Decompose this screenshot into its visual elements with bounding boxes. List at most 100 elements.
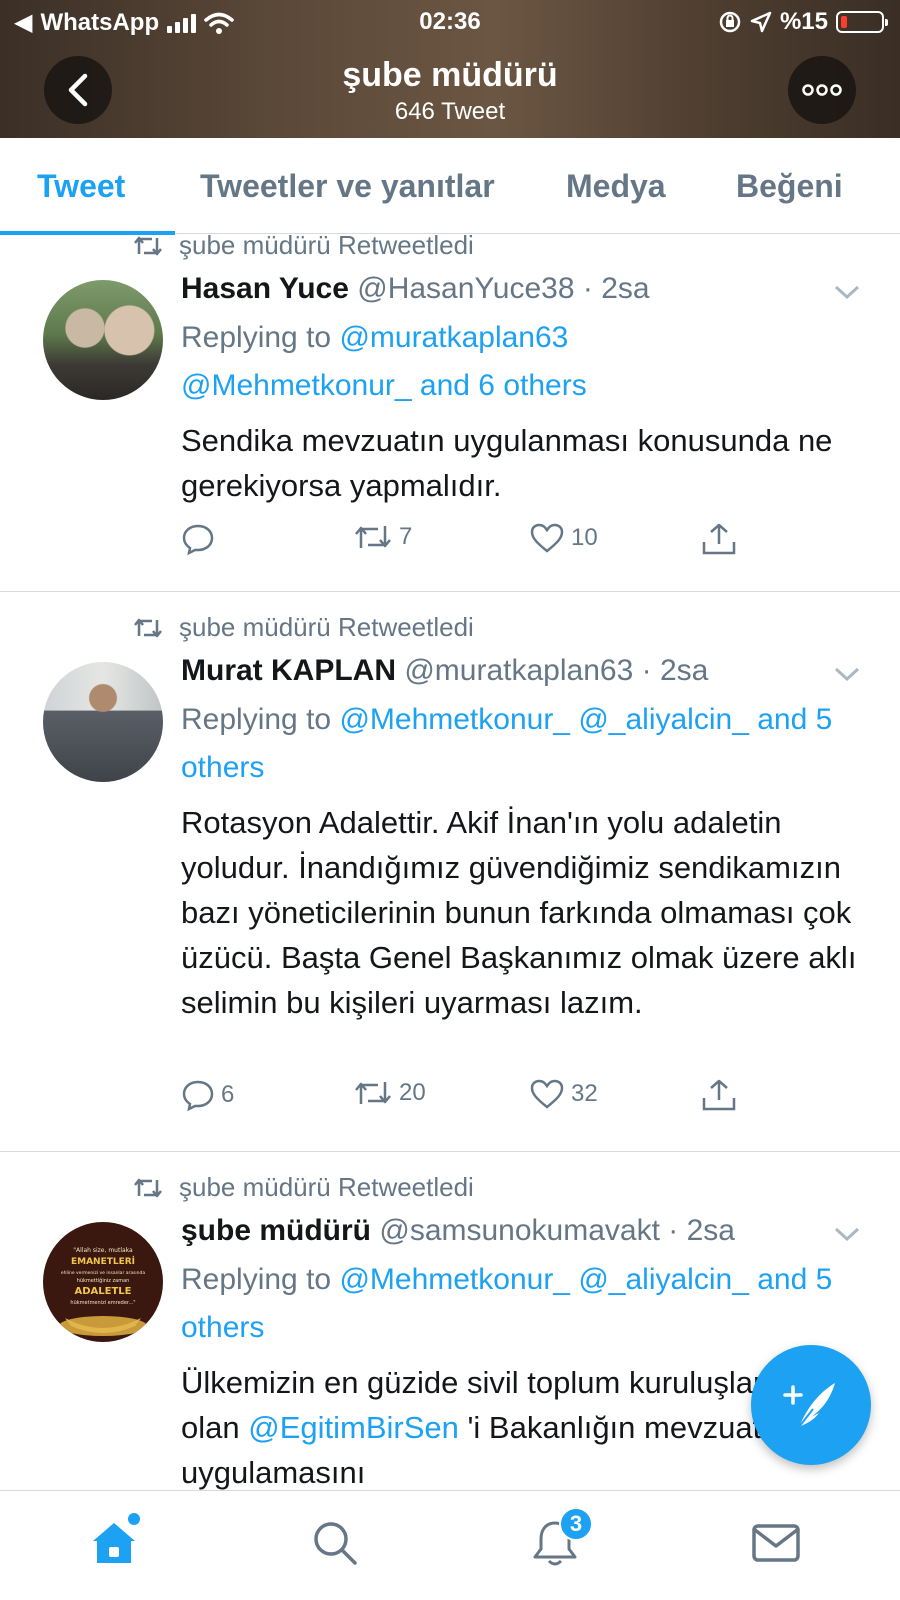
avatar-artwork: "Allah size, mutlaka EMANETLERİ ehline v… bbox=[59, 1247, 147, 1336]
reply-icon bbox=[182, 1080, 214, 1112]
retweet-context-label: şube müdürü Retweetledi bbox=[179, 1172, 474, 1202]
compose-tweet-button[interactable] bbox=[751, 1345, 871, 1465]
search-icon bbox=[314, 1522, 357, 1565]
author-handle[interactable]: @samsunokumavakt bbox=[379, 1214, 660, 1247]
mention-link[interactable]: @_aliyalcin_ bbox=[578, 1263, 749, 1296]
avatar[interactable] bbox=[43, 662, 163, 782]
nav-home[interactable] bbox=[84, 1513, 144, 1573]
retweet-icon bbox=[355, 1082, 391, 1104]
mention-link[interactable]: @_aliyalcin_ bbox=[578, 703, 749, 736]
reply-count: 6 bbox=[221, 1081, 235, 1108]
heart-icon bbox=[530, 523, 564, 553]
tab-tweet[interactable]: Tweet bbox=[37, 168, 125, 205]
profile-name-title: şube müdürü bbox=[342, 56, 558, 94]
avatar[interactable]: "Allah size, mutlaka EMANETLERİ ehline v… bbox=[43, 1222, 163, 1342]
status-bar: ◀ WhatsApp 02:36 %15 bbox=[0, 0, 900, 44]
tweet-count: 646 Tweet bbox=[394, 98, 506, 125]
svg-text:ADALETLE: ADALETLE bbox=[74, 1286, 131, 1297]
profile-tabs: Tweet Tweetler ve yanıtlar Medya Beğeni bbox=[0, 138, 900, 235]
tab-media[interactable]: Medya bbox=[566, 168, 666, 205]
retweet-icon bbox=[355, 526, 391, 548]
replying-prefix: Replying to bbox=[181, 321, 332, 354]
battery-icon bbox=[836, 11, 888, 33]
profile-header: ◀ WhatsApp 02:36 %15 şube müdürü 646 Twe… bbox=[0, 0, 900, 138]
svg-text:hükmettiğiniz zaman: hükmettiğiniz zaman bbox=[77, 1277, 130, 1284]
orientation-lock-icon bbox=[719, 11, 741, 33]
tweet-time: 2sa bbox=[659, 654, 709, 687]
tweet-actions: 7 10 bbox=[181, 522, 781, 562]
mention-link[interactable]: @EgitimBirSen bbox=[248, 1410, 459, 1445]
others-link[interactable]: and 6 others bbox=[420, 369, 587, 402]
author-handle[interactable]: @muratkaplan63 bbox=[404, 654, 633, 687]
mention-link[interactable]: @Mehmetkonur_ bbox=[339, 1263, 570, 1296]
separator-dot: · bbox=[582, 272, 593, 305]
retweet-icon bbox=[134, 236, 162, 255]
tab-likes[interactable]: Beğeni bbox=[736, 168, 843, 205]
nav-search[interactable] bbox=[305, 1513, 365, 1573]
like-count: 10 bbox=[571, 524, 598, 551]
svg-text:"Allah size, mutlaka: "Allah size, mutlaka bbox=[73, 1247, 133, 1254]
tweet-item[interactable]: şube müdürü Retweetledi Murat KAPLAN @mu… bbox=[0, 592, 900, 1152]
share-button[interactable] bbox=[701, 522, 737, 556]
reply-button[interactable] bbox=[181, 522, 221, 556]
replying-to: Replying to @Mehmetkonur_ @_aliyalcin_ a… bbox=[181, 696, 861, 792]
tweet-item[interactable]: şube müdürü Retweetledi Hasan Yuce @Hasa… bbox=[0, 230, 900, 592]
tweet-author-line: Murat KAPLAN @muratkaplan63 · 2sa bbox=[181, 654, 708, 688]
retweet-context-label: şube müdürü Retweetledi bbox=[179, 612, 474, 642]
svg-text:hükmetmenizi emreder...": hükmetmenizi emreder..." bbox=[70, 1300, 135, 1306]
tweet-text: Rotasyon Adalettir. Akif İnan'ın yolu ad… bbox=[181, 805, 857, 1020]
more-button[interactable] bbox=[788, 56, 856, 124]
replying-prefix: Replying to bbox=[181, 703, 332, 736]
nav-messages[interactable] bbox=[746, 1513, 806, 1573]
svg-text:ehline vermenizi ve insanlar a: ehline vermenizi ve insanlar arasında bbox=[61, 1270, 146, 1276]
separator-dot: · bbox=[668, 1214, 679, 1247]
like-button[interactable]: 10 bbox=[529, 522, 598, 554]
compose-tweet-icon bbox=[783, 1383, 835, 1428]
retweet-context-label: şube müdürü Retweetledi bbox=[179, 230, 474, 260]
like-button[interactable]: 32 bbox=[529, 1078, 598, 1110]
avatar[interactable] bbox=[43, 280, 163, 400]
author-name[interactable]: Murat KAPLAN bbox=[181, 654, 396, 687]
battery-percent: %15 bbox=[779, 8, 828, 35]
svg-text:EMANETLERİ: EMANETLERİ bbox=[71, 1256, 135, 1267]
retweet-count: 7 bbox=[399, 523, 413, 550]
reply-button[interactable]: 6 bbox=[181, 1078, 234, 1112]
new-content-dot bbox=[128, 1513, 140, 1525]
tweet-time: 2sa bbox=[686, 1214, 735, 1247]
replying-prefix: Replying to bbox=[181, 1263, 332, 1296]
chevron-down-icon[interactable] bbox=[833, 664, 861, 684]
mention-link[interactable]: @Mehmetkonur_ bbox=[339, 703, 570, 736]
reply-icon bbox=[182, 524, 214, 556]
tweet-author-line: şube müdürü @samsunokumavakt · 2sa bbox=[181, 1214, 735, 1248]
more-dots-icon bbox=[802, 84, 842, 96]
tweet-author-line: Hasan Yuce @HasanYuce38 · 2sa bbox=[181, 272, 650, 306]
retweet-context: şube müdürü Retweetledi bbox=[133, 230, 474, 261]
author-name[interactable]: Hasan Yuce bbox=[181, 272, 349, 305]
author-name[interactable]: şube müdürü bbox=[181, 1214, 371, 1247]
nav-notifications[interactable]: 3 bbox=[525, 1507, 593, 1573]
mention-link[interactable]: @muratkaplan63 bbox=[339, 321, 568, 354]
location-icon bbox=[750, 11, 772, 33]
retweet-button[interactable]: 20 bbox=[353, 1078, 426, 1108]
heart-icon bbox=[530, 1079, 564, 1109]
mail-icon bbox=[752, 1524, 800, 1562]
replying-to: Replying to @Mehmetkonur_ @_aliyalcin_ a… bbox=[181, 1256, 861, 1352]
share-button[interactable] bbox=[701, 1078, 737, 1112]
author-handle[interactable]: @HasanYuce38 bbox=[357, 272, 574, 305]
tweet-actions: 6 20 32 bbox=[181, 1078, 781, 1118]
retweet-icon bbox=[134, 618, 162, 637]
like-count: 32 bbox=[571, 1080, 598, 1107]
tab-tweets-and-replies[interactable]: Tweetler ve yanıtlar bbox=[200, 168, 495, 205]
retweet-context: şube müdürü Retweetledi bbox=[133, 1172, 474, 1203]
retweet-button[interactable]: 7 bbox=[353, 522, 412, 552]
chevron-down-icon[interactable] bbox=[833, 282, 861, 302]
chevron-down-icon[interactable] bbox=[833, 1224, 861, 1244]
bottom-tab-bar: 3 bbox=[0, 1490, 900, 1600]
retweet-count: 20 bbox=[399, 1079, 426, 1106]
share-icon bbox=[702, 523, 736, 555]
replying-to: Replying to @muratkaplan63 @Mehmetkonur_… bbox=[181, 314, 861, 410]
mention-link[interactable]: @Mehmetkonur_ bbox=[181, 369, 412, 402]
share-icon bbox=[702, 1079, 736, 1111]
tweet-time: 2sa bbox=[601, 272, 650, 305]
notification-badge: 3 bbox=[559, 1507, 593, 1541]
